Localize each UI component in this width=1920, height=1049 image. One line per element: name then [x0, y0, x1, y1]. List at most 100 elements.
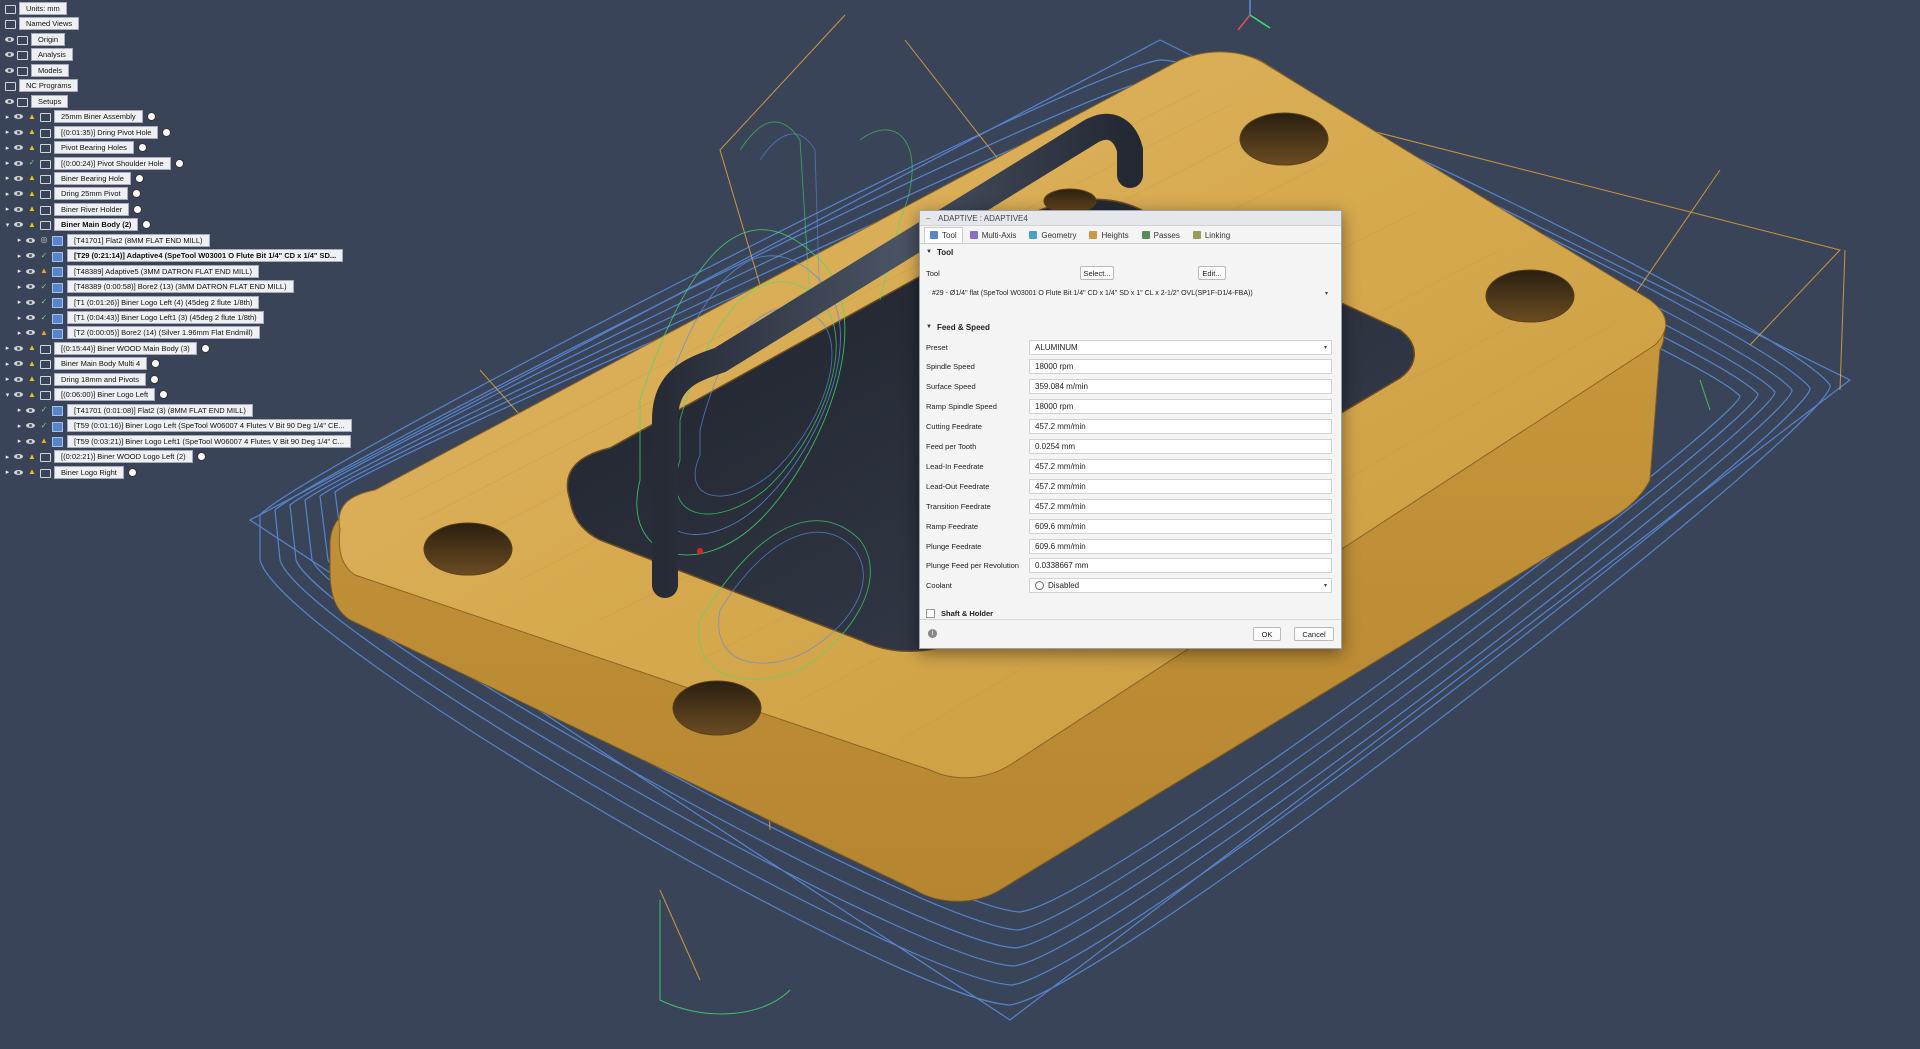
- tree-node[interactable]: ▸ ✓ [T29 (0:21:14)] Adaptive4 (SpeTool W03…: [16, 249, 344, 263]
- tree-node-label[interactable]: NC Programs: [19, 79, 79, 93]
- visibility-eye-icon[interactable]: [5, 50, 14, 59]
- tree-node-label[interactable]: [T48389] Adaptive5 (3MM DATRON FLAT END …: [67, 264, 259, 278]
- tree-node[interactable]: Models: [2, 63, 70, 77]
- visibility-eye-icon[interactable]: [14, 468, 23, 477]
- expand-right-icon[interactable]: ▸: [16, 328, 23, 337]
- tree-node[interactable]: ▸ ✓ [T1 (0:01:26)] Biner Logo Left (4) (45…: [16, 295, 260, 309]
- visibility-eye-icon[interactable]: [14, 359, 23, 368]
- param-input[interactable]: 0.0338667 mm: [1029, 558, 1332, 574]
- expand-right-icon[interactable]: ▸: [4, 143, 11, 152]
- expand-right-icon[interactable]: ▸: [16, 406, 23, 415]
- tree-node[interactable]: Setups: [2, 94, 69, 108]
- visibility-eye-icon[interactable]: [5, 66, 14, 75]
- tree-node-label[interactable]: [T1 (0:04:43)] Biner Logo Left1 (3) (45d…: [67, 311, 264, 324]
- tree-node-label[interactable]: Models: [31, 63, 70, 77]
- expand-right-icon[interactable]: ▸: [16, 282, 23, 291]
- visibility-eye-icon[interactable]: [14, 220, 23, 229]
- dialog-collapse-icon[interactable]: –: [926, 214, 932, 223]
- activate-radio[interactable]: [159, 390, 169, 400]
- tree-node-label[interactable]: Pivot Bearing Holes: [54, 141, 134, 155]
- expand-right-icon[interactable]: ▸: [16, 421, 23, 430]
- expand-right-icon[interactable]: ▸: [4, 452, 11, 461]
- visibility-eye-icon[interactable]: [14, 375, 23, 384]
- activate-radio[interactable]: [131, 189, 141, 199]
- param-dropdown[interactable]: Disabled ▾: [1029, 578, 1332, 594]
- activate-radio[interactable]: [162, 127, 172, 137]
- tree-node-label[interactable]: [(0:02:21)] Biner WOOD Logo Left (2): [54, 450, 193, 464]
- tree-node[interactable]: ▸ ▲ [T48389] Adaptive5 (3MM DATRON FLAT EN…: [16, 264, 259, 278]
- tree-node-label[interactable]: Biner River Holder: [54, 202, 130, 216]
- visibility-eye-icon[interactable]: [5, 35, 14, 44]
- tree-node-label[interactable]: Dring 25mm Pivot: [54, 187, 128, 201]
- dialog-title-bar[interactable]: – ADAPTIVE : ADAPTIVE4: [920, 211, 1341, 226]
- tool-dropdown[interactable]: #29 - Ø1/4" flat (SpeTool W03001 O Flute…: [926, 287, 1332, 300]
- tree-node-label[interactable]: Units: mm: [19, 2, 67, 15]
- visibility-eye-icon[interactable]: [26, 267, 35, 276]
- visibility-eye-icon[interactable]: [14, 390, 23, 399]
- param-input[interactable]: 457.2 mm/min: [1029, 419, 1332, 435]
- tree-node[interactable]: Named Views: [2, 17, 80, 31]
- tree-node[interactable]: ▾ ▲ [(0:06:00)] Biner Logo Left: [4, 388, 169, 402]
- visibility-eye-icon[interactable]: [14, 189, 23, 198]
- param-input[interactable]: 457.2 mm/min: [1029, 458, 1332, 474]
- tree-node-label[interactable]: [T48389 (0:00:58)] Bore2 (13) (3MM DATRO…: [67, 280, 294, 294]
- tree-node-label[interactable]: [T2 (0:00:05)] Bore2 (14) (Silver 1.96mm…: [67, 326, 260, 340]
- visibility-eye-icon[interactable]: [14, 112, 23, 121]
- expand-right-icon[interactable]: ▸: [16, 313, 23, 322]
- select-tool-button[interactable]: Select...: [1080, 266, 1114, 280]
- tree-node[interactable]: ▸ ✓ [T41701 (0:01:08)] Flat2 (3) (8MM FLAT…: [16, 403, 253, 417]
- tree-node[interactable]: ▸ ▲ Biner Main Body Multi 4: [4, 357, 161, 371]
- visibility-eye-icon[interactable]: [26, 406, 35, 415]
- edit-tool-button[interactable]: Edit...: [1198, 266, 1226, 280]
- tool-section-header[interactable]: ▼ Tool: [920, 244, 1341, 260]
- param-input[interactable]: 0.0254 mm: [1029, 439, 1332, 454]
- visibility-eye-icon[interactable]: [26, 251, 35, 260]
- visibility-eye-icon[interactable]: [26, 282, 35, 291]
- tree-node[interactable]: ▸ ▲ [(0:01:35)] Dring Pivot Hole: [4, 125, 172, 139]
- tree-node[interactable]: ▸ ✓ [T48389 (0:00:58)] Bore2 (13) (3MM DAT…: [16, 280, 294, 294]
- expand-right-icon[interactable]: ▸: [4, 344, 11, 353]
- tree-node-label[interactable]: Analysis: [31, 48, 73, 62]
- visibility-eye-icon[interactable]: [14, 344, 23, 353]
- activate-radio[interactable]: [142, 220, 152, 230]
- visibility-eye-icon[interactable]: [5, 97, 14, 106]
- tab-heights[interactable]: Heights: [1083, 227, 1134, 243]
- tree-node-label[interactable]: 25mm Biner Assembly: [54, 110, 143, 124]
- activate-radio[interactable]: [127, 467, 137, 477]
- expand-right-icon[interactable]: ▸: [4, 468, 11, 477]
- expand-right-icon[interactable]: ▸: [16, 267, 23, 276]
- expand-right-icon[interactable]: ▸: [4, 189, 11, 198]
- expand-down-icon[interactable]: ▾: [4, 220, 11, 229]
- tree-node[interactable]: NC Programs: [2, 79, 79, 93]
- activate-radio[interactable]: [196, 452, 206, 462]
- ok-button[interactable]: OK: [1253, 627, 1281, 641]
- tree-node-label[interactable]: Biner Bearing Hole: [54, 171, 131, 185]
- tab-multi-axis[interactable]: Multi-Axis: [964, 227, 1023, 243]
- tree-node[interactable]: ▸ ▲ [(0:15:44)] Biner WOOD Main Body (3): [4, 341, 210, 355]
- tree-node-label[interactable]: Biner Logo Right: [54, 465, 124, 479]
- param-input[interactable]: 457.2 mm/min: [1029, 478, 1332, 494]
- activate-radio[interactable]: [146, 112, 156, 122]
- activate-radio[interactable]: [137, 143, 147, 153]
- tree-node[interactable]: ▸ ◎ [T41701] Flat2 (8MM FLAT END MILL): [16, 233, 210, 247]
- tree-node[interactable]: ▸ ▲ 25mm Biner Assembly: [4, 110, 156, 124]
- tree-node[interactable]: ▸ ▲ [T59 (0:03:21)] Biner Logo Left1 (SpeT…: [16, 434, 351, 448]
- cancel-button[interactable]: Cancel: [1294, 627, 1334, 641]
- visibility-eye-icon[interactable]: [26, 298, 35, 307]
- visibility-eye-icon[interactable]: [26, 313, 35, 322]
- expand-right-icon[interactable]: ▸: [16, 236, 23, 245]
- tab-passes[interactable]: Passes: [1136, 227, 1186, 243]
- tab-tool[interactable]: Tool: [924, 227, 963, 243]
- tree-node-label[interactable]: Dring 18mm and Pivots: [54, 372, 146, 386]
- param-dropdown[interactable]: ALUMINUM ▾: [1029, 339, 1332, 355]
- param-input[interactable]: 359.084 m/min: [1029, 379, 1332, 395]
- expand-right-icon[interactable]: ▸: [16, 251, 23, 260]
- tree-node-label[interactable]: [T59 (0:01:16)] Biner Logo Left (SpeTool…: [67, 419, 352, 433]
- tree-node[interactable]: ▸ ✓ [(0:00:24)] Pivot Shoulder Hole: [4, 156, 184, 170]
- activate-radio[interactable]: [149, 374, 159, 384]
- tree-node[interactable]: Units: mm: [2, 2, 67, 15]
- visibility-eye-icon[interactable]: [14, 128, 23, 137]
- visibility-eye-icon[interactable]: [14, 159, 23, 168]
- param-input[interactable]: 457.2 mm/min: [1029, 498, 1332, 514]
- tree-node-label[interactable]: Origin: [31, 32, 66, 46]
